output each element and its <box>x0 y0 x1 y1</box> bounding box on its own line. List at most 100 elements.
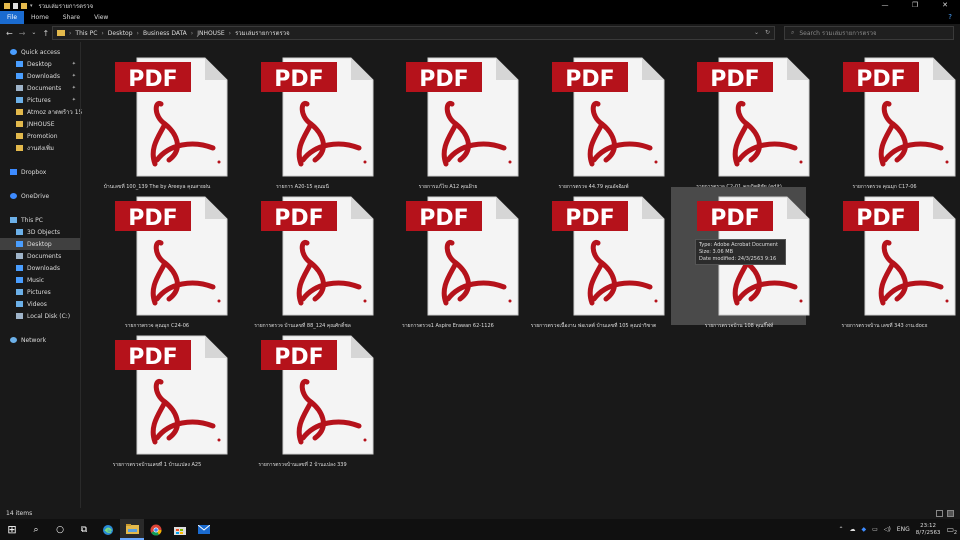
file-explorer-icon[interactable] <box>120 519 144 540</box>
pin-icon: ✦ <box>71 85 76 91</box>
tab-view[interactable]: View <box>87 11 115 24</box>
sidebar-item-label: This PC <box>21 216 43 224</box>
chevron-up-icon[interactable]: ⌃ <box>839 526 844 533</box>
sidebar-item-label: Atmoz ลาดพร้าว 15 <box>27 109 83 116</box>
minimize-button[interactable]: — <box>870 0 900 11</box>
pdf-label: PDF <box>419 67 468 92</box>
breadcrumb-business-data[interactable]: Business DATA <box>143 30 187 37</box>
address-bar[interactable]: › This PC › Desktop › Business DATA › JN… <box>52 26 775 40</box>
sidebar-item-label: Desktop <box>27 240 52 248</box>
sidebar-item[interactable]: Downloads ✦ <box>0 70 80 82</box>
breadcrumb-this-pc[interactable]: This PC <box>75 30 97 37</box>
file-item[interactable]: PDF รายการตรวจบ้านเลขที่ 1 บ้านแปลง A25 <box>89 326 228 468</box>
help-icon[interactable]: ? <box>948 13 952 21</box>
cloud-icon[interactable]: ☁ <box>850 526 856 533</box>
new-folder-icon[interactable] <box>21 2 27 9</box>
pdf-label: PDF <box>710 206 759 231</box>
edge-browser-icon[interactable] <box>96 519 120 540</box>
up-arrow-icon[interactable]: ↑ <box>42 29 49 38</box>
sidebar-item[interactable]: JNHOUSE <box>0 118 80 130</box>
tab-file[interactable]: File <box>0 11 25 24</box>
file-name: รายการตรวจบ้าน 108 คุณกิ๊ฟท์ <box>704 323 774 329</box>
file-item[interactable]: PDF รายการตรวจบ้านเลขที่ 2 บ้านแปลง 339 <box>235 326 373 468</box>
file-item[interactable]: PDF รายการตรวจ C2-01 คุณกิตติชัย (edit) <box>671 48 810 190</box>
file-item[interactable]: PDF รายการตรวจเนื้องาน ฟอเรสต์ บ้านเลขที… <box>526 187 664 329</box>
breadcrumb-jnhouse[interactable]: JNHOUSE <box>197 30 224 37</box>
sidebar-item[interactable]: Desktop ✦ <box>0 58 80 70</box>
breadcrumb-separator: › <box>136 29 139 37</box>
mail-icon[interactable] <box>192 519 216 540</box>
file-item[interactable]: PDF บ้านเลขที่ 100_139 The by Areeya คุณ… <box>89 48 228 190</box>
file-name: รายการตรวจบ้านเลขที่ 2 บ้านแปลง 339 <box>258 462 347 468</box>
start-button[interactable]: ⊞ <box>0 519 24 540</box>
clock[interactable]: 23:12 8/7/2563 <box>916 523 941 537</box>
large-icons-view-icon[interactable] <box>947 510 954 517</box>
close-button[interactable]: ✕ <box>930 0 960 11</box>
sidebar-item[interactable]: Pictures <box>0 286 80 298</box>
notification-icon[interactable]: ▭ 2 <box>946 525 957 536</box>
maximize-button[interactable]: ❐ <box>900 0 930 11</box>
sidebar-item[interactable]: Local Disk (C:) <box>0 310 80 322</box>
file-item[interactable]: PDF รายการตรวจบ้าน เลขที่ 343 งาน.docx <box>817 187 955 329</box>
network-icon[interactable]: ▭ <box>872 526 878 533</box>
notification-count: 2 <box>953 530 957 536</box>
address-dropdown-icon[interactable]: ⌄ <box>754 29 759 36</box>
sidebar-item[interactable]: งานส่งเพิ่ม <box>0 142 80 154</box>
sidebar-item[interactable]: Desktop <box>0 238 80 250</box>
pin-icon: ✦ <box>71 73 76 79</box>
pdf-label: PDF <box>710 67 759 92</box>
forward-arrow-icon[interactable]: → <box>19 29 26 38</box>
chevron-down-icon[interactable]: ▾ <box>30 3 33 9</box>
sidebar-item[interactable]: Quick access <box>0 46 80 58</box>
sidebar-item[interactable]: Network <box>0 334 80 346</box>
search-icon[interactable]: ⌕ <box>24 519 48 540</box>
chrome-browser-icon[interactable] <box>144 519 168 540</box>
task-view-icon[interactable]: ⧉ <box>72 519 96 540</box>
file-item[interactable]: PDF รายการตรวจ คุณมุก C24-06 <box>89 187 228 329</box>
recent-locations-icon[interactable]: ⌄ <box>31 29 36 38</box>
sidebar-item[interactable]: Downloads <box>0 262 80 274</box>
sidebar-item[interactable]: 3D Objects <box>0 226 80 238</box>
store-icon[interactable] <box>168 519 192 540</box>
dropbox-icon[interactable]: ◆ <box>862 526 867 533</box>
sidebar-item[interactable]: Music <box>0 274 80 286</box>
sidebar-item[interactable]: Dropbox <box>0 166 80 178</box>
status-bar: 14 items <box>0 508 960 519</box>
file-item[interactable]: PDF รายการตรวจ 44.79 คุณอัจฉิมพ์ <box>526 48 664 190</box>
pdf-label: PDF <box>128 67 177 92</box>
tab-share[interactable]: Share <box>56 11 87 24</box>
refresh-icon[interactable]: ↻ <box>765 29 770 36</box>
file-item[interactable]: PDF รายการแก้ไข A12 คุณฝ้าย <box>380 48 519 190</box>
back-arrow-icon[interactable]: ← <box>6 29 13 38</box>
file-item[interactable]: PDF รายการตรวจ คุณมุก C17-06 <box>817 48 955 190</box>
sidebar-item[interactable]: Documents <box>0 250 80 262</box>
sidebar-item[interactable]: This PC <box>0 214 80 226</box>
file-item[interactable]: PDF รายการ A20-15 คุณมนี <box>235 48 373 190</box>
details-view-icon[interactable] <box>936 510 943 517</box>
sidebar-item[interactable]: Pictures ✦ <box>0 94 80 106</box>
sidebar-item[interactable]: OneDrive <box>0 190 80 202</box>
file-name: รายการตรวจ1 Aspire Erawan 62-1126 <box>402 323 494 329</box>
tab-home[interactable]: Home <box>24 11 56 24</box>
sidebar-item[interactable]: Videos <box>0 298 80 310</box>
breadcrumb-current-folder[interactable]: รวมเล่มรายการตรวจ <box>235 28 290 38</box>
clock-time: 23:12 <box>920 522 937 529</box>
pdf-file-icon: PDF <box>260 57 373 177</box>
sidebar-item-label: Promotion <box>27 132 58 140</box>
sidebar-item[interactable]: Promotion <box>0 130 80 142</box>
ribbon-tabs: File Home Share View ? <box>0 11 960 24</box>
sidebar-item[interactable]: Documents ✦ <box>0 82 80 94</box>
file-item[interactable]: PDF รายการตรวจ บ้านเลขที่ 88_124 คุณศักด… <box>235 187 373 329</box>
sidebar-item[interactable]: Atmoz ลาดพร้าว 15 <box>0 106 83 118</box>
search-box[interactable]: ⌕ Search รวมเล่มรายการตรวจ <box>784 26 954 40</box>
cortana-icon[interactable]: ○ <box>48 519 72 540</box>
language-indicator[interactable]: ENG <box>897 526 910 533</box>
file-item[interactable]: PDF รายการตรวจ1 Aspire Erawan 62-1126 <box>380 187 519 329</box>
properties-icon[interactable] <box>13 2 18 9</box>
breadcrumb-desktop[interactable]: Desktop <box>108 30 133 37</box>
search-input[interactable]: Search รวมเล่มรายการตรวจ <box>799 28 876 38</box>
volume-icon[interactable]: ◁) <box>884 526 891 533</box>
